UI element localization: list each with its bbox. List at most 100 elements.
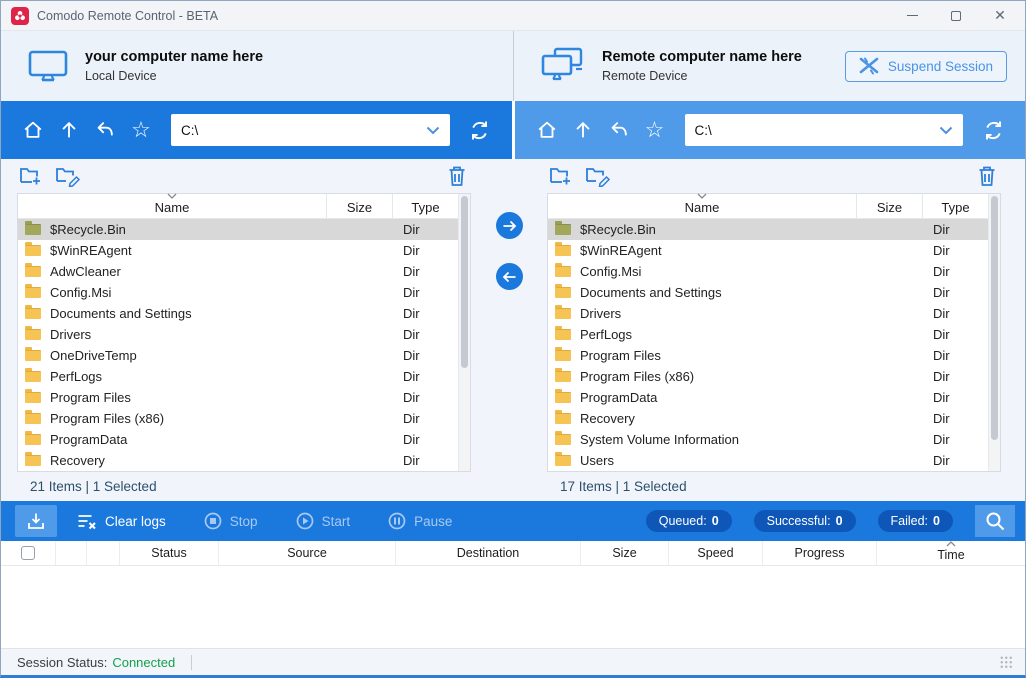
file-row[interactable]: RecoveryDir: [548, 408, 988, 429]
file-row[interactable]: Config.MsiDir: [18, 282, 458, 303]
remote-device-header: Remote computer name here Remote Device …: [513, 31, 1025, 101]
file-row[interactable]: DriversDir: [548, 303, 988, 324]
transfer-table-header: Status Source Destination Size Speed Pro…: [1, 541, 1025, 566]
remote-monitors-icon: [540, 46, 586, 86]
start-button[interactable]: Start: [296, 512, 351, 530]
local-rename-folder-icon[interactable]: [55, 165, 81, 187]
column-source[interactable]: Source: [219, 541, 396, 565]
file-type: Dir: [392, 432, 458, 447]
clear-logs-button[interactable]: Clear logs: [77, 513, 166, 530]
local-path-input[interactable]: [181, 123, 420, 138]
local-refresh-icon[interactable]: [462, 112, 498, 148]
file-row[interactable]: DriversDir: [18, 324, 458, 345]
suspend-session-button[interactable]: Suspend Session: [845, 51, 1007, 82]
copy-to-local-button[interactable]: [496, 263, 523, 290]
stop-icon: [204, 512, 222, 530]
file-row[interactable]: $WinREAgentDir: [18, 240, 458, 261]
minimize-button[interactable]: [905, 9, 919, 23]
file-row[interactable]: Program Files (x86)Dir: [548, 366, 988, 387]
remote-home-icon[interactable]: [529, 112, 565, 148]
file-row[interactable]: Program Files (x86)Dir: [18, 408, 458, 429]
device-header-row: your computer name here Local Device Rem…: [1, 31, 1025, 101]
local-delete-icon[interactable]: [447, 165, 467, 187]
sort-desc-icon: [167, 193, 177, 199]
column-progress[interactable]: Progress: [763, 541, 877, 565]
transfer-toolbar: Clear logs Stop Start Pause Queued:0 Suc…: [1, 501, 1025, 541]
column-time[interactable]: Time: [877, 541, 1025, 565]
file-row[interactable]: Program FilesDir: [18, 387, 458, 408]
local-device-labels: your computer name here Local Device: [85, 49, 263, 83]
local-sort-size-header[interactable]: Size: [326, 194, 392, 218]
folder-icon: [25, 329, 41, 340]
remote-sort-size-header[interactable]: Size: [856, 194, 922, 218]
pause-button[interactable]: Pause: [388, 512, 452, 530]
remote-items-status: 17 Items | 1 Selected: [547, 472, 1001, 501]
file-row[interactable]: $Recycle.BinDir: [548, 219, 988, 240]
column-speed[interactable]: Speed: [669, 541, 763, 565]
select-all-checkbox[interactable]: [21, 546, 35, 560]
resize-grip[interactable]: [1000, 656, 1013, 669]
remote-scrollbar[interactable]: [988, 194, 1000, 471]
column-size[interactable]: Size: [581, 541, 669, 565]
remote-refresh-icon[interactable]: [975, 112, 1011, 148]
close-button[interactable]: ✕: [993, 9, 1007, 23]
remote-path-input[interactable]: [695, 123, 934, 138]
file-row[interactable]: Documents and SettingsDir: [548, 282, 988, 303]
column-status[interactable]: Status: [120, 541, 219, 565]
download-icon[interactable]: [15, 505, 57, 537]
search-icon[interactable]: [975, 505, 1015, 537]
file-type: Dir: [392, 306, 458, 321]
file-row[interactable]: PerfLogsDir: [548, 324, 988, 345]
local-sort-type-header[interactable]: Type: [392, 194, 458, 218]
file-row[interactable]: Program FilesDir: [548, 345, 988, 366]
folder-icon: [555, 224, 571, 235]
file-row[interactable]: AdwCleanerDir: [18, 261, 458, 282]
file-row[interactable]: ProgramDataDir: [18, 429, 458, 450]
copy-to-remote-button[interactable]: [496, 212, 523, 239]
folder-icon: [25, 224, 41, 235]
remote-rename-folder-icon[interactable]: [585, 165, 611, 187]
file-row[interactable]: $Recycle.BinDir: [18, 219, 458, 240]
remote-sort-type-header[interactable]: Type: [922, 194, 988, 218]
file-row[interactable]: Documents and SettingsDir: [18, 303, 458, 324]
folder-icon: [555, 287, 571, 298]
file-row[interactable]: PerfLogsDir: [18, 366, 458, 387]
folder-icon: [25, 266, 41, 277]
file-row[interactable]: Config.MsiDir: [548, 261, 988, 282]
remote-up-icon[interactable]: [565, 112, 601, 148]
maximize-button[interactable]: [949, 9, 963, 23]
file-row[interactable]: System Volume InformationDir: [548, 429, 988, 450]
local-up-icon[interactable]: [51, 112, 87, 148]
local-path-combobox: [171, 114, 450, 146]
remote-device-name: Remote computer name here: [602, 49, 802, 65]
failed-badge: Failed:0: [878, 510, 953, 532]
queued-badge: Queued:0: [646, 510, 732, 532]
remote-new-folder-icon[interactable]: [549, 165, 573, 187]
remote-chevron-down-icon[interactable]: [933, 117, 959, 143]
local-new-folder-icon[interactable]: [19, 165, 43, 187]
local-scrollbar[interactable]: [458, 194, 470, 471]
file-name: $Recycle.Bin: [50, 222, 326, 237]
local-chevron-down-icon[interactable]: [420, 117, 446, 143]
file-type: Dir: [922, 369, 988, 384]
file-row[interactable]: ProgramDataDir: [548, 387, 988, 408]
remote-delete-icon[interactable]: [977, 165, 997, 187]
file-name: Config.Msi: [580, 264, 856, 279]
column-destination[interactable]: Destination: [396, 541, 581, 565]
stop-button[interactable]: Stop: [204, 512, 258, 530]
file-name: PerfLogs: [50, 369, 326, 384]
file-row[interactable]: UsersDir: [548, 450, 988, 471]
local-sort-name-header[interactable]: Name: [18, 194, 326, 218]
folder-icon: [555, 308, 571, 319]
file-type: Dir: [922, 432, 988, 447]
file-row[interactable]: OneDriveTempDir: [18, 345, 458, 366]
local-back-icon[interactable]: [87, 112, 123, 148]
remote-sort-name-header[interactable]: Name: [548, 194, 856, 218]
remote-back-icon[interactable]: [601, 112, 637, 148]
local-favorite-star-icon[interactable]: ☆: [123, 112, 159, 148]
file-row[interactable]: RecoveryDir: [18, 450, 458, 471]
remote-favorite-star-icon[interactable]: ☆: [637, 112, 673, 148]
file-row[interactable]: $WinREAgentDir: [548, 240, 988, 261]
folder-icon: [25, 413, 41, 424]
local-home-icon[interactable]: [15, 112, 51, 148]
